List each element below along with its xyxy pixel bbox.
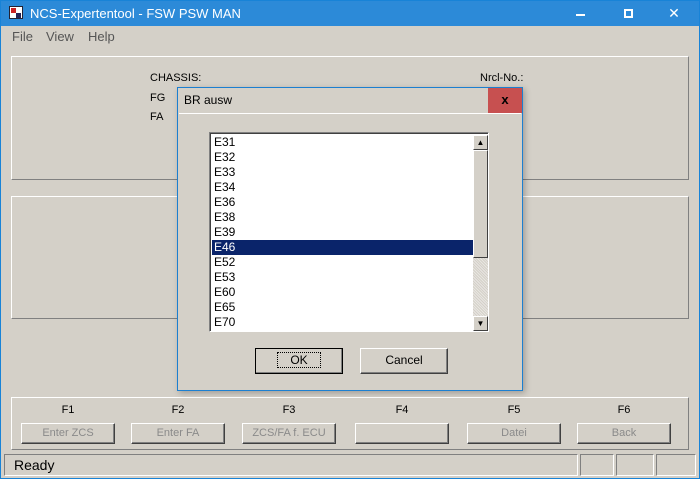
list-items: E31 E32 E33 E34 E36 E38 E39 E46 E52 E53 E60 E65 E70	[212, 135, 473, 330]
fa-label: FA	[150, 111, 164, 123]
back-button[interactable]: Back	[577, 423, 671, 444]
maximize-icon	[624, 9, 633, 18]
menu-bar: File View Help	[1, 26, 699, 48]
list-item[interactable]: E52	[212, 255, 473, 270]
dialog-title: BR ausw	[184, 93, 233, 107]
br-select-dialog: BR ausw x E31 E32 E33 E34 E36 E38 E39 E46 E52 E53…	[177, 87, 523, 391]
window-title: NCS-Expertentool - FSW PSW MAN	[30, 6, 241, 21]
list-item[interactable]: E32	[212, 150, 473, 165]
list-item[interactable]: E70	[212, 315, 473, 330]
chassis-label: CHASSIS:	[150, 72, 202, 84]
ok-label: OK	[277, 352, 321, 368]
fg-label: FG	[150, 92, 166, 104]
close-icon: ✕	[668, 5, 680, 21]
enter-zcs-button[interactable]: Enter ZCS	[21, 423, 115, 444]
scroll-up-arrow-icon[interactable]: ▲	[473, 135, 488, 150]
list-item[interactable]: E36	[212, 195, 473, 210]
list-item[interactable]: E38	[212, 210, 473, 225]
list-item[interactable]: E53	[212, 270, 473, 285]
list-item[interactable]: E46	[212, 240, 473, 255]
f6-label: F6	[617, 404, 631, 416]
status-pane	[580, 454, 614, 476]
dialog-title-bar[interactable]: BR ausw x	[178, 88, 522, 113]
enter-fa-button[interactable]: Enter FA	[131, 423, 225, 444]
status-text: Ready	[4, 454, 578, 476]
zcs-fa-ecu-button[interactable]: ZCS/FA f. ECU	[242, 423, 336, 444]
list-item[interactable]: E34	[212, 180, 473, 195]
f4-label: F4	[395, 404, 409, 416]
f4-button[interactable]	[355, 423, 449, 444]
cancel-button[interactable]: Cancel	[360, 348, 448, 374]
dialog-close-button[interactable]: x	[488, 88, 522, 113]
f2-label: F2	[171, 404, 185, 416]
list-item[interactable]: E65	[212, 300, 473, 315]
f1-label: F1	[61, 404, 75, 416]
dialog-body: E31 E32 E33 E34 E36 E38 E39 E46 E52 E53 E60 E65 E70 …	[179, 113, 521, 389]
title-bar[interactable]: NCS-Expertentool - FSW PSW MAN ✕	[1, 1, 699, 26]
minimize-button[interactable]	[557, 1, 603, 26]
function-keys-panel: F1 F2 F3 F4 F5 F6 Enter ZCS Enter FA ZCS…	[11, 397, 689, 450]
menu-help[interactable]: Help	[88, 29, 115, 44]
scroll-down-arrow-icon[interactable]: ▼	[473, 316, 488, 331]
nrcl-label: Nrcl-No.:	[480, 72, 524, 84]
list-item[interactable]: E60	[212, 285, 473, 300]
series-listbox[interactable]: E31 E32 E33 E34 E36 E38 E39 E46 E52 E53 E60 E65 E70 …	[209, 132, 489, 332]
app-icon	[9, 6, 23, 19]
close-button[interactable]: ✕	[651, 1, 697, 26]
list-item[interactable]: E31	[212, 135, 473, 150]
ok-button[interactable]: OK	[255, 348, 343, 374]
datei-button[interactable]: Datei	[467, 423, 561, 444]
status-pane	[656, 454, 696, 476]
close-icon: x	[501, 92, 509, 107]
menu-file[interactable]: File	[12, 29, 33, 44]
f3-label: F3	[282, 404, 296, 416]
list-item[interactable]: E33	[212, 165, 473, 180]
status-bar: Ready	[1, 452, 699, 478]
listbox-scrollbar[interactable]: ▲ ▼	[473, 135, 488, 331]
f5-label: F5	[507, 404, 521, 416]
scrollbar-thumb[interactable]	[473, 150, 488, 258]
list-item[interactable]: E39	[212, 225, 473, 240]
maximize-button[interactable]	[605, 1, 651, 26]
minimize-icon	[576, 14, 585, 16]
menu-view[interactable]: View	[46, 29, 74, 44]
status-pane	[616, 454, 654, 476]
